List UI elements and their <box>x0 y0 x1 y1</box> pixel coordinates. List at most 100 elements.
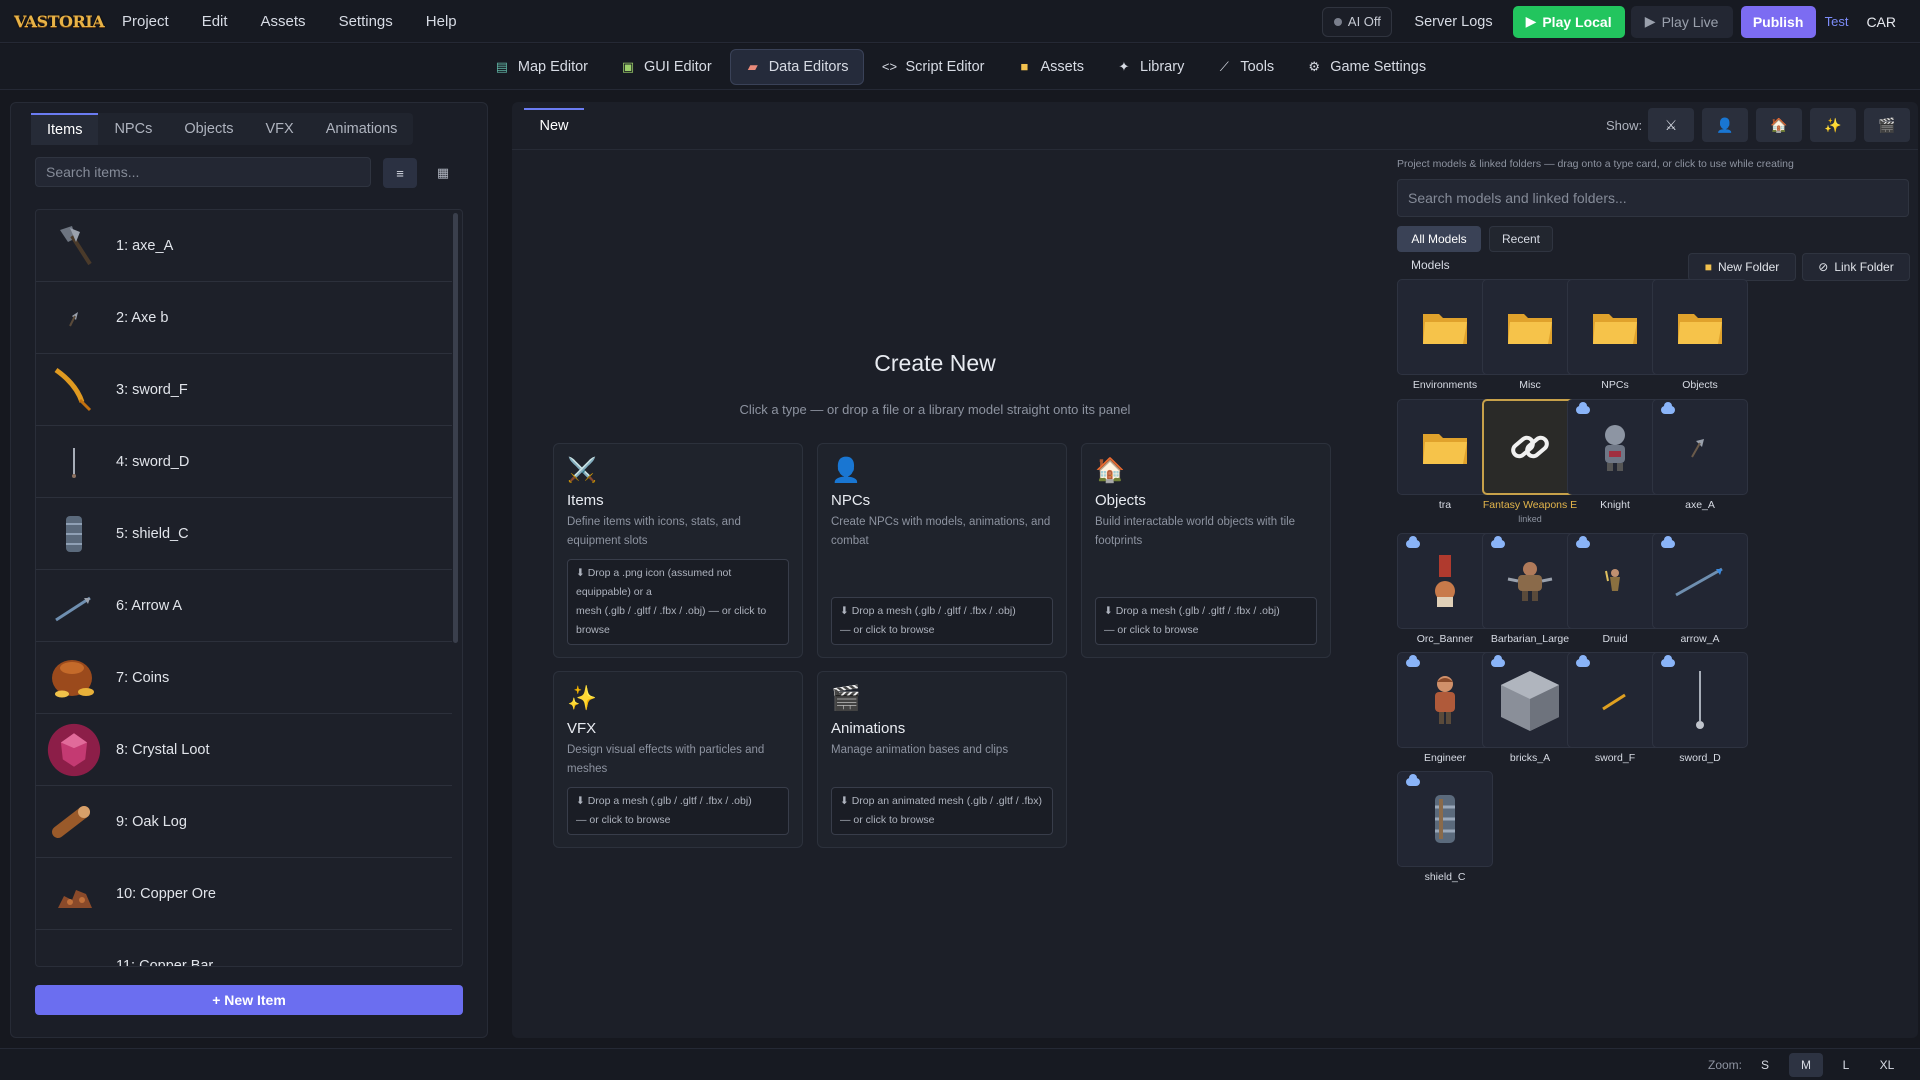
house-icon: 🏠 <box>1770 116 1788 133</box>
type-card-objects[interactable]: 🏠 Objects Build interactable world objec… <box>1081 443 1331 658</box>
sword-icon <box>46 434 102 490</box>
menu-help[interactable]: Help <box>426 13 457 30</box>
tab-map-editor[interactable]: ▤ Map Editor <box>480 49 602 85</box>
tab-tools[interactable]: ⟋ Tools <box>1202 49 1288 85</box>
model-tile-folder[interactable] <box>1397 399 1493 495</box>
gear-icon: ⚙ <box>1308 58 1321 74</box>
ai-status-dot <box>1333 17 1342 26</box>
tab-assets[interactable]: ■ Assets <box>1002 49 1098 85</box>
model-tile[interactable] <box>1567 652 1663 748</box>
model-tile[interactable] <box>1397 533 1493 629</box>
show-animations-button[interactable]: 🎬 <box>1864 108 1910 142</box>
test-link[interactable]: Test <box>1825 14 1849 29</box>
tab-items[interactable]: Items <box>31 113 99 145</box>
link-folder-button[interactable]: ⊘ Link Folder <box>1802 253 1910 281</box>
model-tile-folder[interactable] <box>1482 279 1578 375</box>
list-item[interactable]: 3: sword_F <box>36 354 452 426</box>
tab-objects[interactable]: Objects <box>168 113 249 145</box>
new-item-button[interactable]: + New Item <box>35 985 463 1015</box>
tab-library[interactable]: ✦ Library <box>1102 49 1198 85</box>
model-tile-name: NPCs <box>1601 379 1629 391</box>
tab-script-editor[interactable]: <> Script Editor <box>868 49 999 85</box>
show-npcs-button[interactable]: 👤 <box>1702 108 1748 142</box>
play-local-button[interactable]: ▶ Play Local <box>1512 5 1625 38</box>
type-card-items[interactable]: ⚔️ Items Define items with icons, stats,… <box>553 443 803 658</box>
menu-edit[interactable]: Edit <box>202 13 228 30</box>
tab-npcs[interactable]: NPCs <box>98 113 168 145</box>
show-vfx-button[interactable]: ✨ <box>1810 108 1856 142</box>
list-item[interactable]: 4: sword_D <box>36 426 452 498</box>
drop-zone[interactable]: ⬇ Drop a mesh (.glb / .gltf / .fbx / .ob… <box>831 597 1053 645</box>
zoom-s-button[interactable]: S <box>1748 1053 1782 1077</box>
model-tile[interactable] <box>1567 399 1663 495</box>
list-item[interactable]: 9: Oak Log <box>36 786 452 858</box>
list-item[interactable]: 6: Arrow A <box>36 570 452 642</box>
zoom-xl-button[interactable]: XL <box>1870 1053 1904 1077</box>
menu-project[interactable]: Project <box>122 13 169 30</box>
show-items-button[interactable]: ⚔ <box>1648 108 1694 142</box>
filter-recent[interactable]: Recent <box>1489 226 1553 252</box>
type-card-vfx[interactable]: ✨ VFX Design visual effects with particl… <box>553 671 803 848</box>
model-tile-folder[interactable] <box>1652 279 1748 375</box>
app-logo[interactable]: VASTORIA <box>14 6 105 36</box>
list-item[interactable]: 2: Axe b <box>36 282 452 354</box>
zoom-m-button[interactable]: M <box>1789 1053 1823 1077</box>
publish-button[interactable]: Publish <box>1740 5 1816 38</box>
model-tile-folder[interactable] <box>1397 279 1493 375</box>
filter-all-models[interactable]: All Models <box>1397 226 1481 252</box>
cloud-icon <box>1406 774 1420 786</box>
model-tile[interactable] <box>1397 771 1493 867</box>
list-item[interactable]: 8: Crystal Loot <box>36 714 452 786</box>
list-item-label: 8: Crystal Loot <box>116 741 210 758</box>
model-tile-name: Barbarian_Large <box>1490 633 1570 645</box>
item-list-scrollbar[interactable] <box>453 213 458 643</box>
user-badge[interactable]: CAR <box>1866 14 1896 30</box>
list-item[interactable]: 10: Copper Ore <box>36 858 452 930</box>
drop-zone[interactable]: ⬇ Drop an animated mesh (.glb / .gltf / … <box>831 787 1053 835</box>
menu-assets[interactable]: Assets <box>261 13 306 30</box>
cloud-icon <box>1661 402 1675 414</box>
model-tile-name: sword_D <box>1679 752 1721 764</box>
list-item[interactable]: 1: axe_A <box>36 210 452 282</box>
tab-gui-editor[interactable]: ▣ GUI Editor <box>606 49 726 85</box>
model-tile[interactable] <box>1652 652 1748 748</box>
tab-animations[interactable]: Animations <box>310 113 414 145</box>
tab-label: Tools <box>1240 58 1275 75</box>
tab-game-settings[interactable]: ⚙ Game Settings <box>1292 49 1440 85</box>
menu-settings[interactable]: Settings <box>339 13 393 30</box>
play-icon: ▶ <box>1525 13 1537 29</box>
server-logs-button[interactable]: Server Logs <box>1414 14 1492 30</box>
model-tile[interactable] <box>1567 533 1663 629</box>
grid-view-button[interactable]: ▦ <box>426 158 460 188</box>
show-objects-button[interactable]: 🏠 <box>1756 108 1802 142</box>
drop-zone[interactable]: ⬇ Drop a .png icon (assumed not equippab… <box>567 559 789 645</box>
model-tile[interactable] <box>1397 652 1493 748</box>
status-bar: Zoom: S M L XL <box>0 1048 1920 1080</box>
model-tile[interactable] <box>1482 652 1578 748</box>
tab-new[interactable]: New <box>524 108 584 142</box>
play-live-button[interactable]: ▶ Play Live <box>1630 5 1733 38</box>
tab-vfx[interactable]: VFX <box>250 113 310 145</box>
list-item[interactable]: 5: shield_C <box>36 498 452 570</box>
tab-data-editors[interactable]: ▰ Data Editors <box>729 48 864 85</box>
drop-zone[interactable]: ⬇ Drop a mesh (.glb / .gltf / .fbx / .ob… <box>1095 597 1317 645</box>
center-header: New Show: ⚔ 👤 🏠 ✨ 🎬 <box>512 102 1918 150</box>
model-tile-linked-folder[interactable] <box>1482 399 1578 495</box>
type-card-npcs[interactable]: 👤 NPCs Create NPCs with models, animatio… <box>817 443 1067 658</box>
ai-toggle[interactable]: AI Off <box>1322 6 1393 37</box>
model-tile-name: Misc <box>1519 379 1541 391</box>
model-tile[interactable] <box>1652 533 1748 629</box>
list-view-button[interactable]: ≡ <box>383 158 417 188</box>
item-search-input[interactable] <box>35 157 371 187</box>
type-card-description: Manage animation bases and clips <box>831 744 1009 756</box>
model-tile[interactable] <box>1652 399 1748 495</box>
zoom-l-button[interactable]: L <box>1829 1053 1863 1077</box>
drop-zone[interactable]: ⬇ Drop a mesh (.glb / .gltf / .fbx / .ob… <box>567 787 789 835</box>
type-card-animations[interactable]: 🎬 Animations Manage animation bases and … <box>817 671 1067 848</box>
model-tile-folder[interactable] <box>1567 279 1663 375</box>
list-item[interactable]: 7: Coins <box>36 642 452 714</box>
new-folder-button[interactable]: ■ New Folder <box>1688 253 1796 281</box>
model-tile[interactable] <box>1482 533 1578 629</box>
models-search-input[interactable] <box>1397 179 1909 217</box>
list-item[interactable]: 11: Copper Bar <box>36 930 452 967</box>
